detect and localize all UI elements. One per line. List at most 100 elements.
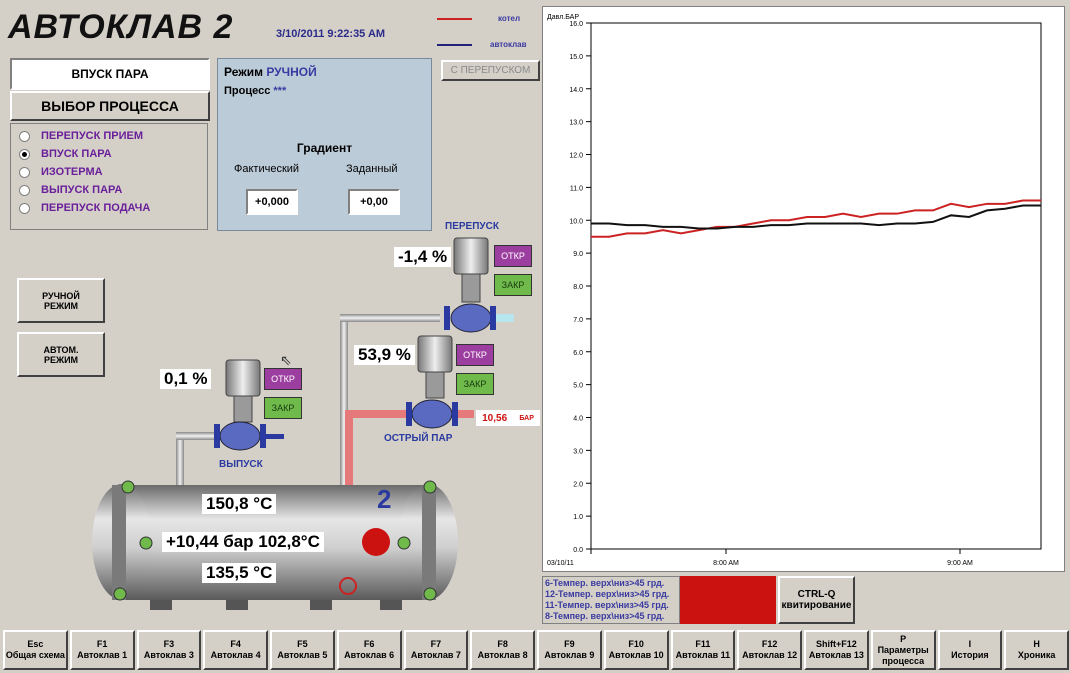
y-axis-label: Давл.БАР <box>547 14 579 21</box>
radio-button-icon[interactable] <box>19 148 30 160</box>
alarm-ack-label: квитирование <box>781 600 852 611</box>
function-key-label: Общая схема <box>5 650 65 660</box>
function-key-code: F5 <box>297 639 308 649</box>
autoclave-temp-bottom: 135,5 °C <box>202 563 277 583</box>
process-option-label: ПЕРЕПУСК ПОДАЧА <box>41 202 151 214</box>
process-option[interactable]: ВПУСК ПАРА <box>19 145 150 163</box>
function-key-button[interactable]: F7 Автоклав 7 <box>403 630 469 670</box>
radio-button-icon[interactable] <box>19 184 30 196</box>
y-tick-label: 6.0 <box>573 350 583 357</box>
steam-close-button[interactable]: ЗАКР <box>456 373 494 395</box>
bypass-valve-body <box>444 237 496 333</box>
function-key-code: H <box>1033 639 1040 649</box>
process-option-label: ПЕРЕПУСК ПРИЕМ <box>41 130 144 142</box>
autoclave-number: 2 <box>377 484 392 514</box>
steam-valve-percent: 53,9 % <box>354 345 415 365</box>
function-key-label: Автоклав 5 <box>277 650 328 660</box>
alarm-line: 6-Темпер. верх\низ>45 грд. <box>545 578 665 588</box>
function-key-label: Автоклав 8 <box>477 650 528 660</box>
alarm-line: 11-Темпер. верх\низ>45 грд. <box>545 600 669 610</box>
y-tick-label: 10.0 <box>569 218 583 225</box>
function-key-code: Shift+F12 <box>815 639 857 649</box>
exhaust-valve-body <box>214 359 266 451</box>
chart-plot-area <box>590 22 1042 550</box>
function-key-button[interactable]: F9 Автоклав 9 <box>537 630 602 670</box>
y-tick-label: 16.0 <box>569 21 583 28</box>
process-value: *** <box>273 85 287 97</box>
actual-label: Фактический <box>234 163 300 175</box>
process-option[interactable]: ПЕРЕПУСК ПОДАЧА <box>19 199 150 217</box>
pressure-trend-chart[interactable]: Давл.БАР 0.0 1.0 2.0 3.0 4.0 5.0 6.0 7.0 8.0 9.0 10… <box>542 6 1065 572</box>
function-key-button[interactable]: Esc Общая схема <box>3 630 68 670</box>
function-key-button[interactable]: F8 Автоклав 8 <box>470 630 535 670</box>
autoclave-temp-top: 150,8 °C <box>202 494 277 514</box>
function-key-button[interactable]: F4 Автоклав 4 <box>203 630 268 670</box>
function-key-code: P <box>900 633 907 644</box>
process-radio-group: ПЕРЕПУСК ПРИЕМ ВПУСК ПАРА ИЗОТЕРМА ВЫПУСК П… <box>10 123 208 230</box>
function-key-button[interactable]: F11 Автоклав 11 <box>670 630 736 670</box>
process-option-label: ВПУСК ПАРА <box>41 148 112 160</box>
function-key-label: Автоклав 1 <box>77 650 128 660</box>
gradient-title: Градиент <box>296 141 353 155</box>
function-key-button[interactable]: I История <box>937 630 1003 670</box>
radio-button-icon[interactable] <box>19 202 30 214</box>
process-option-label: ИЗОТЕРМА <box>41 166 103 178</box>
mode-panel: Режим РУЧНОЙ Процесс *** Градиент Фактич… <box>217 58 432 231</box>
datetime: 3/10/2011 9:22:35 AM <box>276 28 386 40</box>
function-key-button[interactable]: Shift+F12 Автоклав 13 <box>804 630 869 670</box>
alarm-ack-button[interactable]: CTRL-Q квитирование <box>778 576 855 624</box>
y-tick-label: 12.0 <box>569 153 583 160</box>
process-select-button[interactable]: ВЫБОР ПРОЦЕССА <box>10 91 210 121</box>
y-tick-label: 14.0 <box>569 87 583 94</box>
bypass-toggle-button[interactable]: С ПЕРЕПУСКОМ <box>441 60 540 81</box>
function-key-code: I <box>968 639 972 649</box>
mode-label: Режим <box>224 65 263 79</box>
process-label: Процесс <box>224 85 271 97</box>
function-key-label: Хроника <box>1017 650 1056 660</box>
function-key-label: Автоклав 9 <box>544 650 595 660</box>
y-tick-label: 13.0 <box>569 120 583 127</box>
boiler-pressure-readout: 10,56 БАР <box>476 410 540 426</box>
function-key-code: F12 <box>761 639 778 649</box>
process-option[interactable]: ВЫПУСК ПАРА <box>19 181 150 199</box>
radio-button-icon[interactable] <box>19 130 30 142</box>
function-key-button[interactable]: H Хроника <box>1004 630 1069 670</box>
alarm-ack-key: CTRL-Q <box>797 589 836 600</box>
alarm-list: 6-Темпер. верх\низ>45 грд. 12-Темпер. ве… <box>542 576 680 624</box>
steam-valve-label: ОСТРЫЙ ПАР <box>384 433 453 444</box>
y-tick-label: 9.0 <box>573 251 583 258</box>
steam-inlet-button[interactable]: ВПУСК ПАРА <box>10 58 210 90</box>
mode-value: РУЧНОЙ <box>266 65 317 79</box>
function-key-code: F9 <box>564 639 575 649</box>
function-key-code: F10 <box>628 639 644 649</box>
exhaust-open-button[interactable]: ОТКР <box>264 368 302 390</box>
x-tick-label: 03/10/11 <box>547 560 574 567</box>
radio-button-icon[interactable] <box>19 166 30 178</box>
steam-open-button[interactable]: ОТКР <box>456 344 494 366</box>
function-key-button[interactable]: F6 Автоклав 6 <box>336 630 402 670</box>
boiler-pressure-value: 10,56 <box>482 412 508 424</box>
process-option[interactable]: ПЕРЕПУСК ПРИЕМ <box>19 127 150 145</box>
function-key-button[interactable]: F5 Автоклав 5 <box>270 630 335 670</box>
process-option[interactable]: ИЗОТЕРМА <box>19 163 150 181</box>
y-tick-label: 15.0 <box>569 54 583 61</box>
legend-label-autoclave: автоклав <box>490 40 527 49</box>
function-key-button[interactable]: P Параметры процесса <box>870 630 936 670</box>
bypass-close-button[interactable]: ЗАКР <box>494 274 532 296</box>
function-key-button[interactable]: F1 Автоклав 1 <box>69 630 135 670</box>
function-key-button[interactable]: F12 Автоклав 12 <box>737 630 802 670</box>
exhaust-close-button[interactable]: ЗАКР <box>264 397 302 419</box>
process-option-label: ВЫПУСК ПАРА <box>41 184 123 196</box>
function-key-button[interactable]: F3 Автоклав 3 <box>136 630 202 670</box>
gradient-setpoint-field[interactable]: +0,00 <box>348 189 400 215</box>
gradient-actual-field: +0,000 <box>246 189 298 215</box>
autoclave-pressure-temp: +10,44 бар 102,8°C <box>162 532 324 552</box>
page-title: АВТОКЛАВ 2 <box>8 8 234 46</box>
bypass-open-button[interactable]: ОТКР <box>494 245 532 267</box>
legend-swatch-autoclave <box>437 44 472 46</box>
y-tick-label: 5.0 <box>573 383 583 390</box>
function-key-code: F11 <box>695 639 711 649</box>
function-key-label: История <box>951 650 989 660</box>
function-key-button[interactable]: F10 Автоклав 10 <box>603 630 669 670</box>
function-key-code: Esc <box>27 639 44 649</box>
